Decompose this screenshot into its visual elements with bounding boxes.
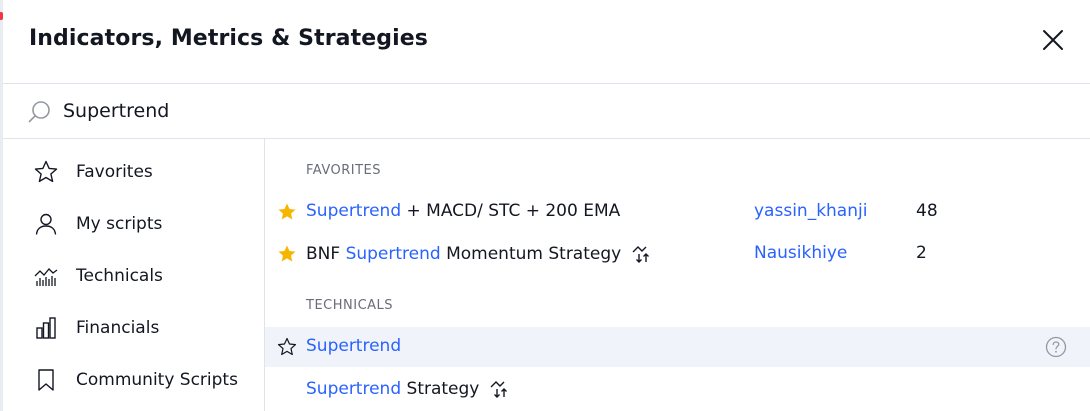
script-name-suffix: + MACD/ STC + 200 EMA xyxy=(401,201,621,221)
sidebar-item-community-scripts[interactable]: Community Scripts xyxy=(3,355,264,405)
sidebar-item-financials[interactable]: Financials xyxy=(3,303,264,353)
sidebar-item-favorites[interactable]: Favorites xyxy=(3,147,264,197)
search-icon xyxy=(28,101,50,123)
star-filled-icon[interactable] xyxy=(277,202,297,222)
sidebar-item-label: Favorites xyxy=(76,162,153,182)
script-name-prefix: BNF xyxy=(306,244,346,264)
author-link[interactable]: Nausikhiye xyxy=(754,243,847,263)
likes-count: 48 xyxy=(916,201,938,221)
close-icon xyxy=(1043,30,1063,50)
sidebar-item-label: Community Scripts xyxy=(76,370,238,390)
script-name-suffix: Strategy xyxy=(401,379,480,399)
technicals-chart-icon xyxy=(34,268,58,286)
result-row[interactable]: Supertrend xyxy=(265,327,1090,367)
dialog-title: Indicators, Metrics & Strategies xyxy=(29,26,428,51)
search-match: Supertrend xyxy=(306,379,402,399)
script-name-suffix: Momentum Strategy xyxy=(440,244,622,264)
search-input[interactable] xyxy=(63,96,963,126)
category-sidebar: Favorites My scripts Technicals Financia… xyxy=(3,139,265,411)
result-row[interactable]: BNF Supertrend Momentum Strategy Nausikh… xyxy=(265,234,1090,274)
close-button[interactable] xyxy=(1039,26,1067,54)
indicators-dialog: Indicators, Metrics & Strategies Favorit… xyxy=(3,0,1090,411)
star-filled-icon[interactable] xyxy=(277,244,297,264)
script-name: Supertrend xyxy=(306,336,401,356)
star-outline-icon[interactable] xyxy=(277,337,297,357)
script-name: Supertrend + MACD/ STC + 200 EMA xyxy=(306,201,620,221)
section-title-favorites: FAVORITES xyxy=(306,163,382,178)
author-link[interactable]: yassin_khanji xyxy=(754,201,867,221)
likes-count: 2 xyxy=(916,243,927,263)
strategy-icon xyxy=(490,381,508,398)
section-title-technicals: TECHNICALS xyxy=(306,298,394,313)
sidebar-item-technicals[interactable]: Technicals xyxy=(3,251,264,301)
search-match: Supertrend xyxy=(306,336,402,356)
user-icon xyxy=(35,213,57,235)
sidebar-item-my-scripts[interactable]: My scripts xyxy=(3,199,264,249)
search-match: Supertrend xyxy=(345,244,441,264)
result-row[interactable]: Supertrend Strategy xyxy=(265,369,1090,409)
result-row[interactable]: Supertrend + MACD/ STC + 200 EMA yassin_… xyxy=(265,192,1090,232)
strategy-icon xyxy=(632,246,650,263)
search-match: Supertrend xyxy=(306,201,402,221)
dialog-header: Indicators, Metrics & Strategies xyxy=(3,0,1090,84)
bar-chart-icon xyxy=(36,317,56,339)
script-name: Supertrend Strategy xyxy=(306,378,511,400)
search-bar xyxy=(3,84,1090,139)
bookmark-icon xyxy=(38,369,54,391)
sidebar-item-label: Technicals xyxy=(76,266,163,286)
star-outline-icon xyxy=(34,160,58,183)
results-list: FAVORITES Supertrend + MACD/ STC + 200 E… xyxy=(265,139,1090,411)
sidebar-item-label: Financials xyxy=(76,318,160,338)
sidebar-item-label: My scripts xyxy=(76,214,163,234)
help-icon[interactable] xyxy=(1045,336,1067,358)
script-name: BNF Supertrend Momentum Strategy xyxy=(306,243,653,265)
